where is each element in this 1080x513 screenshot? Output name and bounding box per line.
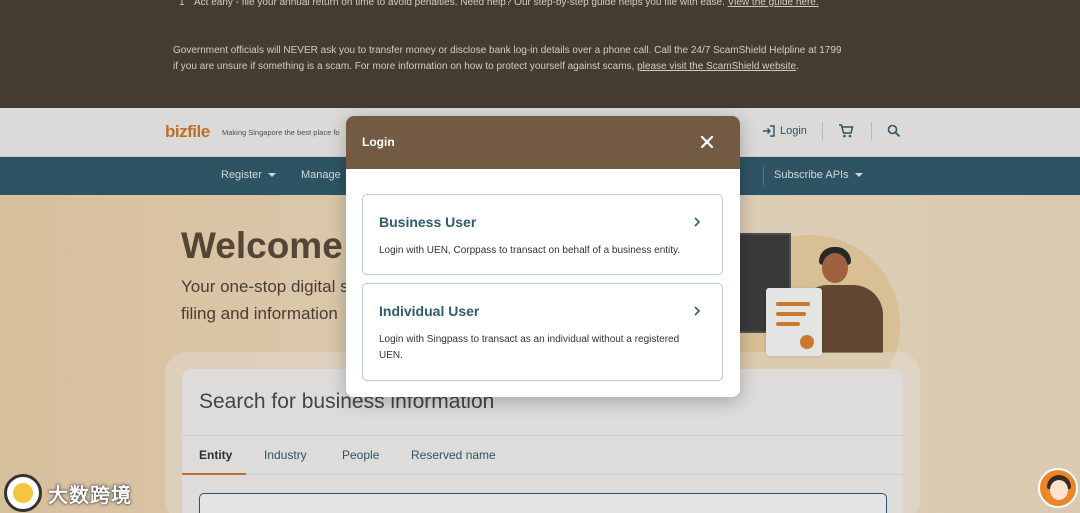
chevron-right-icon: [693, 304, 701, 322]
watermark: 大数跨境: [4, 474, 132, 512]
close-icon[interactable]: [698, 133, 716, 151]
watermark-text: 大数跨境: [48, 484, 132, 507]
chat-assistant-avatar[interactable]: [1038, 468, 1078, 508]
business-user-title: Business User: [379, 214, 477, 230]
business-user-description: Login with UEN, Corppass to transact on …: [379, 245, 681, 256]
individual-user-title: Individual User: [379, 303, 480, 319]
chevron-right-icon: [693, 215, 701, 233]
login-modal-header: Login: [346, 116, 740, 169]
individual-user-option[interactable]: Individual User Login with Singpass to t…: [362, 283, 723, 381]
business-user-option[interactable]: Business User Login with UEN, Corppass t…: [362, 194, 723, 275]
individual-user-description: Login with Singpass to transact as an in…: [379, 334, 680, 361]
login-modal: Login Business User Login with UEN, Corp…: [346, 116, 740, 397]
login-modal-title: Login: [362, 135, 395, 149]
watermark-logo-icon: [4, 474, 42, 512]
